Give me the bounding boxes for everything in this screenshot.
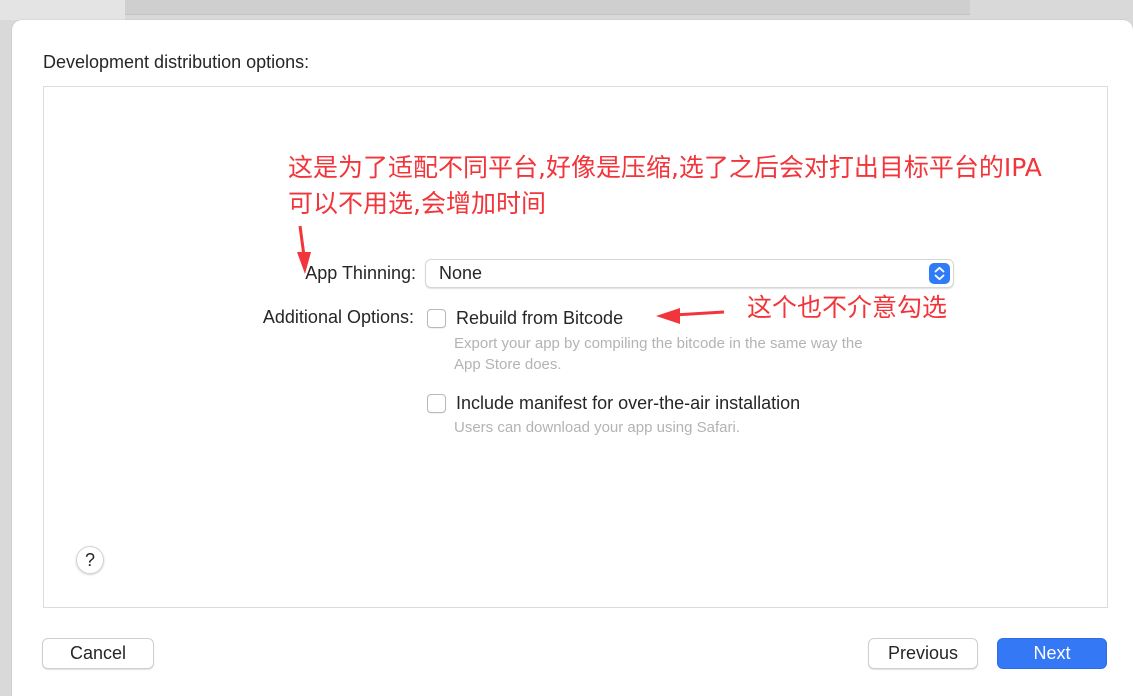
- help-button[interactable]: ?: [76, 546, 104, 574]
- page-title: Development distribution options:: [43, 52, 310, 72]
- annotation-text-top-line2: 可以不用选,会增加时间: [288, 189, 546, 218]
- next-button[interactable]: Next: [997, 638, 1107, 669]
- annotation-text-right: 这个也不介意勾选: [747, 293, 948, 322]
- include-manifest-description: Users can download your app using Safari…: [454, 417, 954, 438]
- description-line: Users can download your app using Safari…: [454, 419, 740, 436]
- app-thinning-popup[interactable]: None: [425, 259, 954, 288]
- cancel-button[interactable]: Cancel: [42, 638, 154, 669]
- annotation-arrow-left-icon: [656, 308, 725, 324]
- app-thinning-value: None: [439, 263, 483, 283]
- description-line: Export your app by compiling the bitcode…: [454, 335, 863, 352]
- rebuild-from-bitcode-label[interactable]: Rebuild from Bitcode: [456, 308, 623, 329]
- rebuild-from-bitcode-description: Export your app by compiling the bitcode…: [454, 333, 954, 375]
- previous-button[interactable]: Previous: [868, 638, 978, 669]
- include-manifest-checkbox[interactable]: [427, 394, 446, 413]
- description-line: App Store does.: [454, 356, 562, 373]
- annotation-arrow-down-icon: [297, 225, 311, 274]
- background-window: [0, 0, 125, 20]
- up-down-chevron-icon: [929, 263, 950, 284]
- background-toolbar: [125, 0, 970, 15]
- annotation-text-top-line1: 这是为了适配不同平台,好像是压缩,选了之后会对打出目标平台的IPA: [288, 153, 1042, 182]
- include-manifest-label[interactable]: Include manifest for over-the-air instal…: [456, 393, 800, 414]
- rebuild-from-bitcode-checkbox[interactable]: [427, 309, 446, 328]
- additional-options-label: Additional Options:: [262, 307, 414, 327]
- app-thinning-label: App Thinning:: [305, 263, 416, 283]
